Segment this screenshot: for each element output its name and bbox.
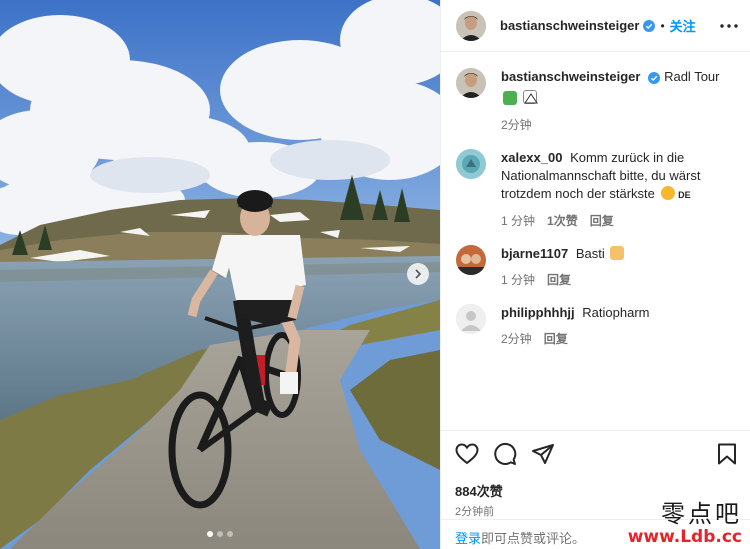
more-options-button[interactable] bbox=[720, 23, 738, 28]
post-details-panel: bastianschweinsteiger • 关注 bastianschwei… bbox=[440, 0, 750, 549]
header-username[interactable]: bastianschweinsteiger bbox=[500, 18, 639, 33]
reply-button[interactable]: 回复 bbox=[590, 212, 614, 229]
mountain-bike-emoji-icon bbox=[503, 91, 517, 105]
profile-photo-icon bbox=[456, 10, 486, 41]
caption-username[interactable]: bastianschweinsteiger bbox=[501, 69, 640, 84]
comment-text: Ratiopharm bbox=[582, 305, 650, 320]
post-header: bastianschweinsteiger • 关注 bbox=[441, 0, 750, 52]
login-prompt-text: 即可点赞或评论。 bbox=[481, 531, 586, 546]
post-photo[interactable] bbox=[0, 0, 440, 549]
language-tag: DE bbox=[678, 190, 691, 200]
reply-button[interactable]: 回复 bbox=[544, 330, 568, 347]
save-button[interactable] bbox=[717, 443, 737, 465]
carousel-dot bbox=[217, 531, 223, 537]
heart-icon bbox=[455, 443, 479, 465]
carousel-dot bbox=[227, 531, 233, 537]
login-link[interactable]: 登录 bbox=[455, 531, 481, 546]
more-dots-icon bbox=[720, 23, 738, 28]
like-count[interactable]: 884次赞 bbox=[455, 481, 737, 500]
comment-button[interactable] bbox=[493, 442, 517, 466]
comment-item: bjarne1107 Basti 1 分钟 回复 bbox=[456, 245, 735, 288]
profile-photo-icon bbox=[456, 149, 486, 179]
comment-time: 2分钟 bbox=[501, 332, 532, 346]
caption-text: Radl Tour bbox=[664, 69, 720, 84]
avatar[interactable] bbox=[456, 10, 486, 41]
default-profile-icon bbox=[456, 304, 486, 334]
avatar[interactable] bbox=[456, 149, 486, 179]
mountain-emoji-icon bbox=[522, 90, 538, 104]
avatar[interactable] bbox=[456, 304, 486, 334]
comment-text: Basti bbox=[575, 246, 605, 261]
comment-username[interactable]: philipphhhjj bbox=[501, 305, 575, 320]
raising-hands-emoji-icon bbox=[610, 246, 625, 260]
weary-face-emoji-icon bbox=[660, 186, 675, 200]
carousel-dots bbox=[0, 531, 440, 537]
carousel-dot bbox=[207, 531, 213, 537]
bookmark-icon bbox=[718, 443, 736, 465]
avatar[interactable] bbox=[456, 68, 486, 98]
avatar[interactable] bbox=[456, 245, 486, 275]
profile-photo-icon bbox=[456, 68, 486, 98]
next-photo-button[interactable] bbox=[407, 263, 429, 285]
comment-username[interactable]: xalexx_00 bbox=[501, 150, 562, 165]
post-actions: 884次赞 2分钟前 bbox=[441, 430, 750, 519]
comment-item: xalexx_00 Komm zurück in die Nationalman… bbox=[456, 149, 735, 229]
post-timestamp: 2分钟前 bbox=[455, 506, 495, 518]
share-button[interactable] bbox=[531, 442, 555, 466]
photo-scene bbox=[0, 0, 440, 549]
comment-time: 1 分钟 bbox=[501, 214, 536, 228]
comment-list: bastianschweinsteiger Radl Tour 2分钟 xale… bbox=[441, 52, 750, 430]
login-prompt: 登录即可点赞或评论。 bbox=[441, 519, 750, 549]
comment-likes[interactable]: 1次赞 bbox=[547, 212, 578, 229]
profile-photo-icon bbox=[456, 245, 486, 275]
like-button[interactable] bbox=[455, 443, 479, 465]
chevron-right-icon bbox=[415, 269, 422, 279]
verified-badge-icon bbox=[648, 71, 661, 84]
comment-time: 1 分钟 bbox=[501, 273, 536, 287]
reply-button[interactable]: 回复 bbox=[547, 271, 571, 288]
verified-badge-icon bbox=[643, 19, 656, 32]
comment-username[interactable]: bjarne1107 bbox=[501, 246, 568, 261]
comment-icon bbox=[494, 443, 517, 465]
comment-item: philipphhhjj Ratiopharm 2分钟 回复 bbox=[456, 304, 735, 347]
send-icon bbox=[532, 444, 554, 464]
follow-button[interactable]: 关注 bbox=[670, 16, 696, 35]
caption-time: 2分钟 bbox=[501, 118, 532, 132]
caption: bastianschweinsteiger Radl Tour 2分钟 bbox=[456, 68, 735, 133]
header-separator: • bbox=[660, 18, 665, 33]
